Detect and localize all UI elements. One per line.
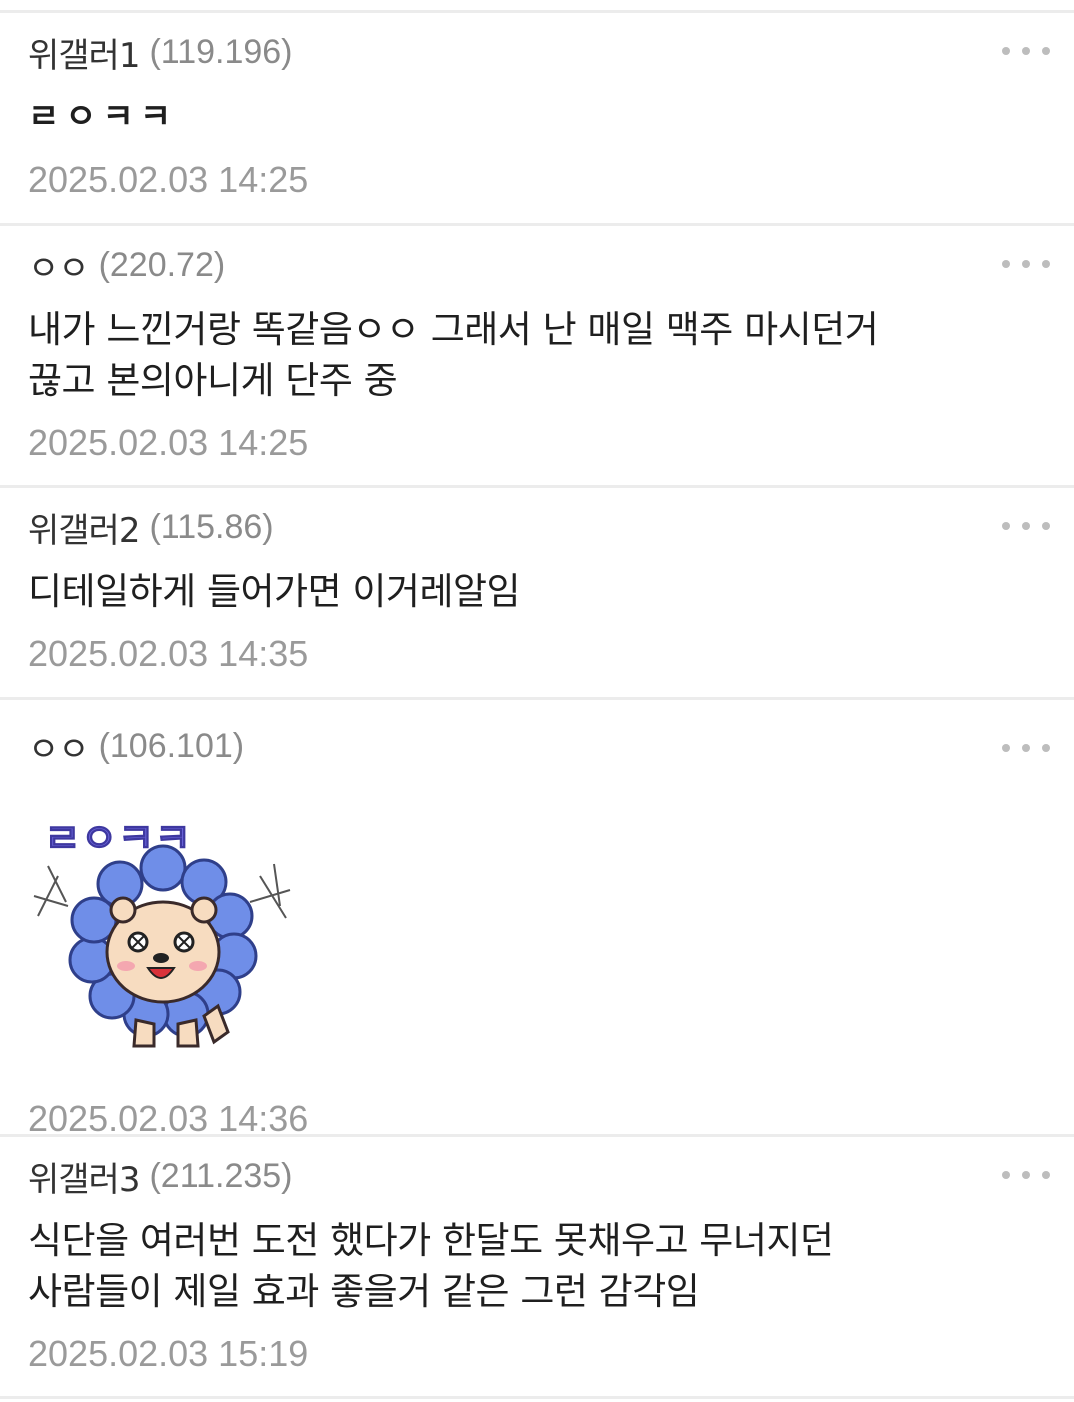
comment-nickname[interactable]: 위갤러2	[28, 503, 140, 552]
comment-header: ㅇㅇ (106.101)	[28, 700, 1046, 792]
more-dots-icon[interactable]	[1002, 514, 1050, 538]
comment-date: 2025.02.03 14:35	[28, 633, 309, 674]
comment-ip: (115.86)	[149, 507, 274, 546]
top-divider	[0, 0, 1074, 13]
comment-item: 위갤러2 (115.86) 디테일하게 들어가면 이거레알임 2025.02.0…	[0, 488, 1074, 697]
comment-ip: (211.235)	[149, 1156, 293, 1195]
comment-ip: (119.196)	[149, 32, 293, 71]
comment-header: ㅇㅇ (220.72)	[28, 226, 1046, 304]
comment-ip: (106.101)	[98, 726, 245, 765]
comment-item: ㅇㅇ (106.101) ㄹㅇㅋㅋ 2025.02.03 14:36	[0, 700, 1074, 1139]
comment-nickname[interactable]: ㅇㅇ	[28, 241, 90, 290]
comment-nickname[interactable]: 위갤러3	[28, 1152, 140, 1201]
comment-date: 2025.02.03 14:25	[28, 422, 309, 463]
comment-body: 내가 느낀거랑 똑같음ㅇㅇ 그래서 난 매일 맥주 마시던거 끊고 본의아니게 …	[28, 308, 879, 402]
comment-body: 식단을 여러번 도전 했다가 한달도 못채우고 무너지던 사람들이 제일 효과 …	[28, 1219, 834, 1313]
comment-list: 위갤러1 (119.196) ㄹㅇㅋㅋ 2025.02.03 14:25 ㅇㅇ …	[0, 0, 1074, 1399]
more-dots-icon[interactable]	[1002, 252, 1050, 276]
comment-date: 2025.02.03 14:25	[28, 159, 309, 200]
comment-body: ㄹㅇㅋㅋ	[28, 97, 178, 137]
comment-date: 2025.02.03 15:19	[28, 1333, 309, 1374]
comment-header: 위갤러1 (119.196)	[28, 13, 1046, 91]
comment-item: 위갤러1 (119.196) ㄹㅇㅋㅋ 2025.02.03 14:25	[0, 13, 1074, 223]
comment-divider	[0, 1396, 1074, 1399]
more-dots-icon[interactable]	[1002, 736, 1050, 760]
comment-item: 위갤러3 (211.235) 식단을 여러번 도전 했다가 한달도 못채우고 무…	[0, 1137, 1074, 1396]
comment-ip: (220.72)	[98, 245, 226, 284]
lion-sticker-icon: ㄹㅇㅋㅋ	[33, 816, 291, 1048]
comment-item: ㅇㅇ (220.72) 내가 느낀거랑 똑같음ㅇㅇ 그래서 난 매일 맥주 마시…	[0, 226, 1074, 485]
comment-nickname[interactable]: ㅇㅇ	[28, 722, 90, 771]
comment-body: 디테일하게 들어가면 이거레알임	[28, 570, 521, 613]
more-dots-icon[interactable]	[1002, 1163, 1050, 1187]
comment-header: 위갤러3 (211.235)	[28, 1137, 1046, 1215]
comment-header: 위갤러2 (115.86)	[28, 488, 1046, 566]
more-dots-icon[interactable]	[1002, 39, 1050, 63]
comment-nickname[interactable]: 위갤러1	[28, 28, 140, 77]
